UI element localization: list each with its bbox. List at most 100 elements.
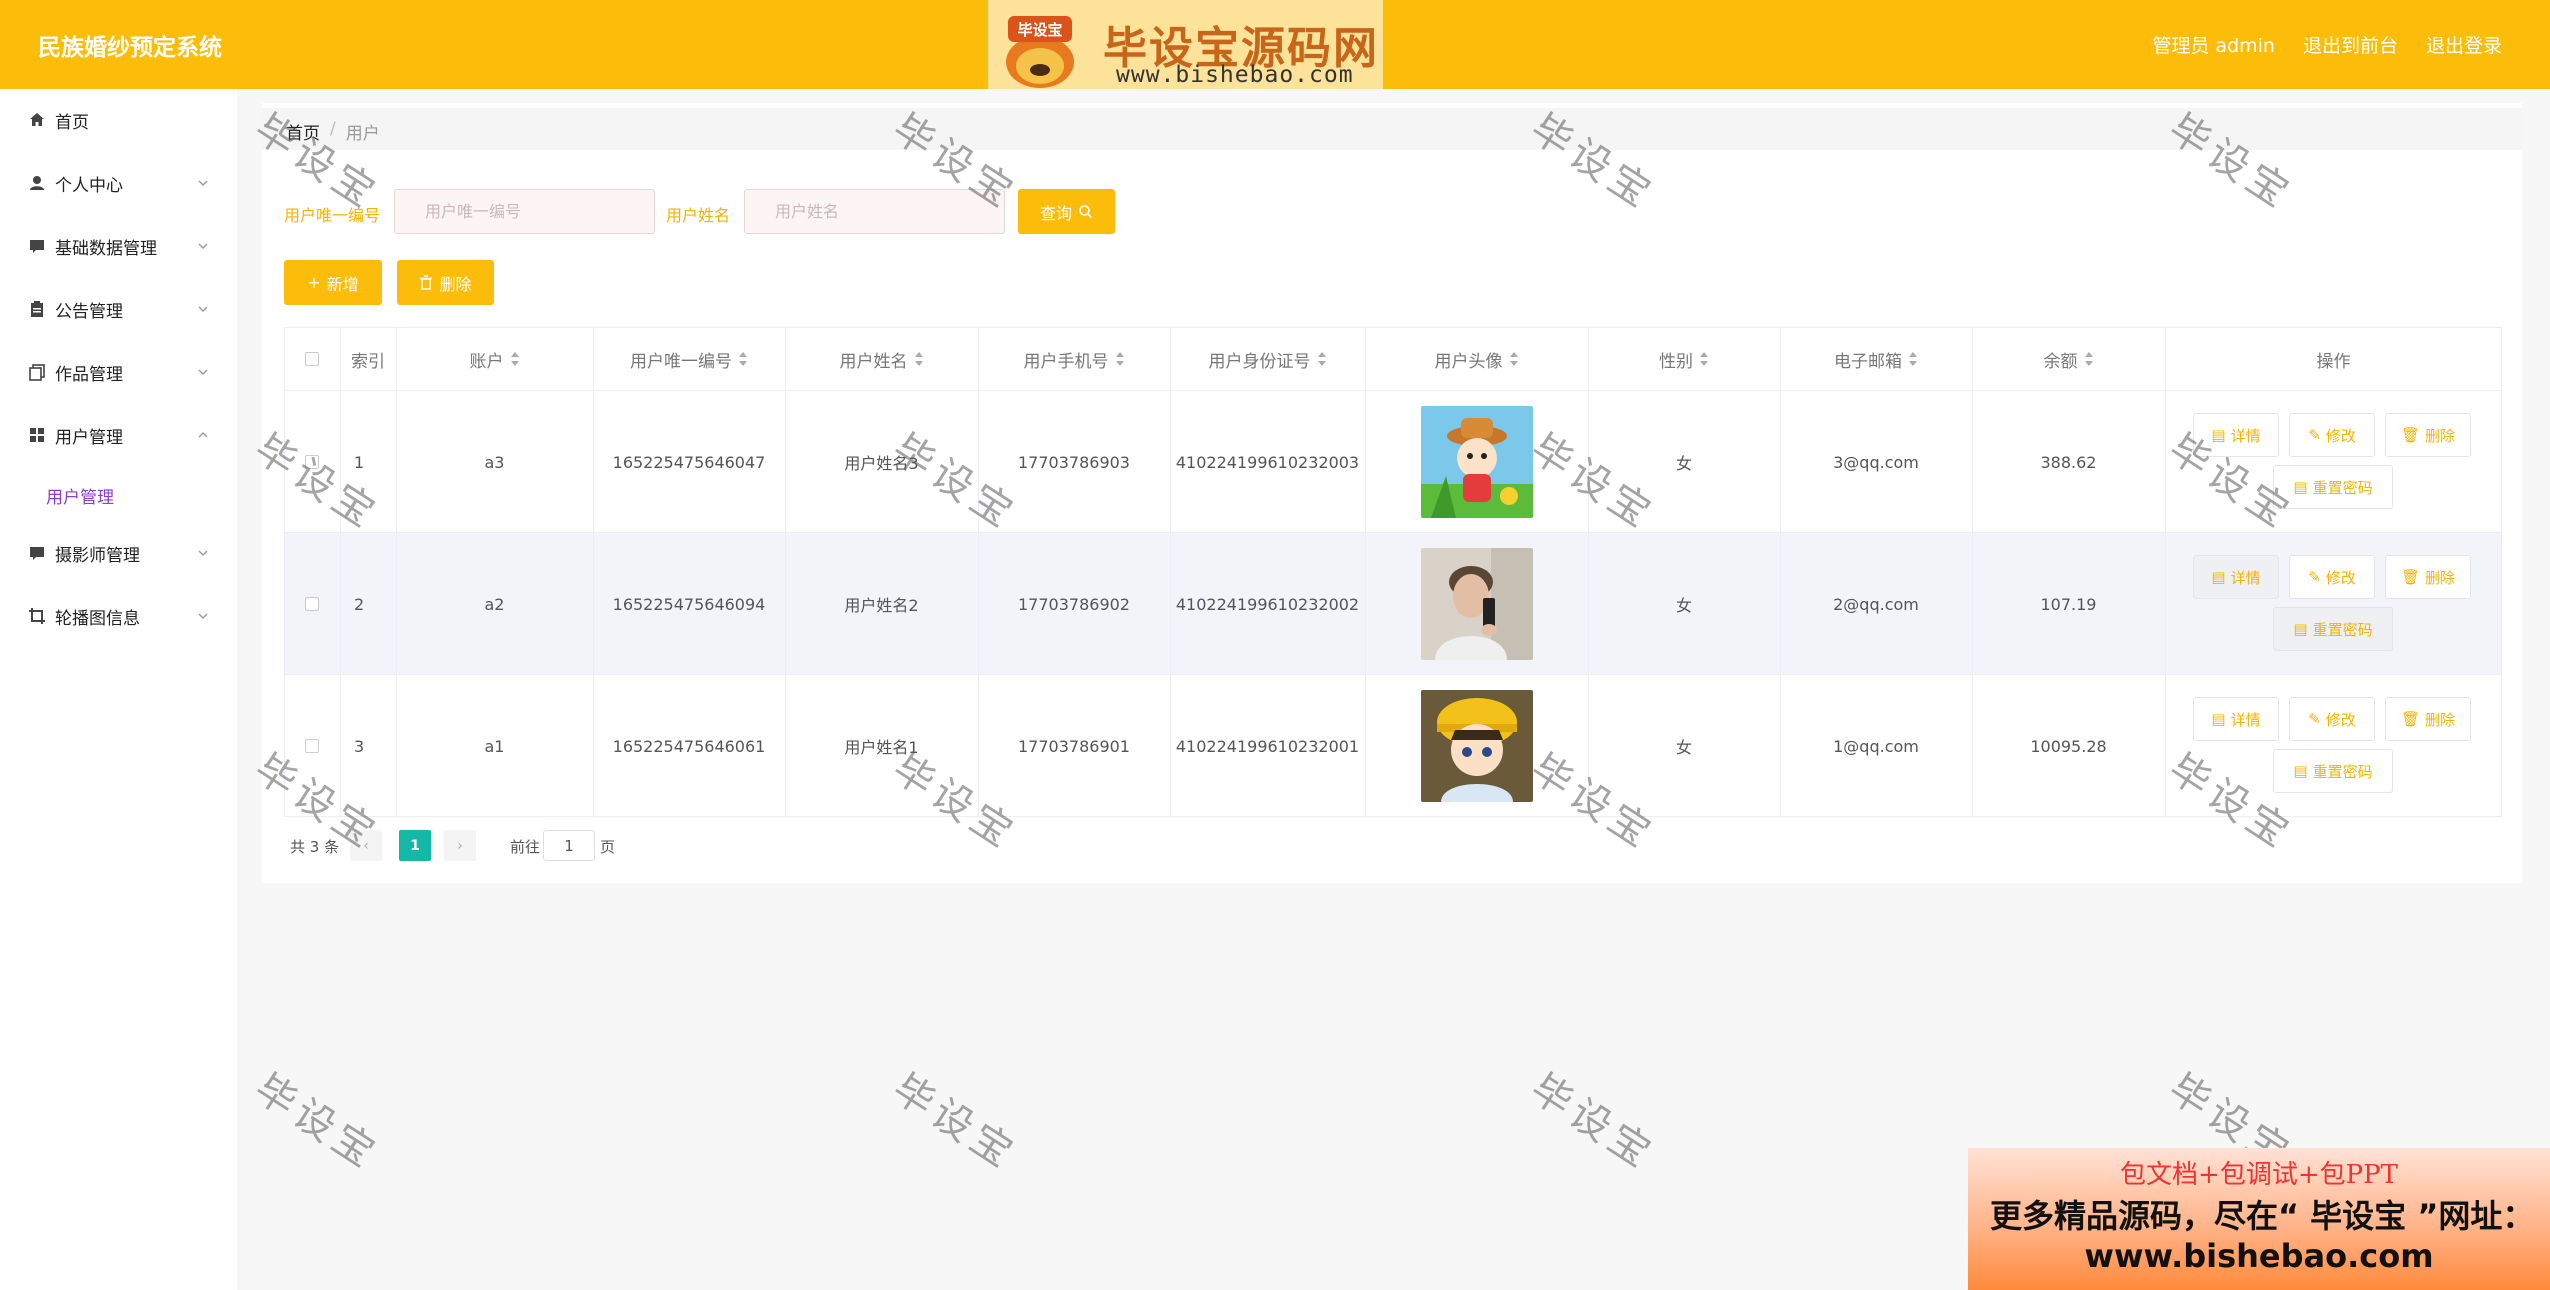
sidebar-item-notice[interactable]: 公告管理 [0,289,237,329]
header-label: 用户手机号 [1023,351,1109,372]
cell-gender: 女 [1675,596,1692,615]
sort-icon[interactable] [914,352,924,366]
chevron-right-icon: › [457,837,463,854]
promo-banner[interactable]: 包文档+包调试+包PPT 更多精品源码，尽在“ 毕设宝 ”网址： www.bis… [1968,1148,2550,1290]
exit-to-front-link[interactable]: 退出到前台 [2303,31,2398,58]
edit-button[interactable]: ✎ 修改 [2289,697,2375,741]
promo-line-2: 更多精品源码，尽在“ 毕设宝 ”网址： [1990,1197,2535,1235]
header-label: 用户姓名 [839,351,908,372]
sidebar-item-label: 首页 [55,112,89,133]
batch-delete-button[interactable]: 删除 [397,260,494,305]
detail-button[interactable]: ▤ 详情 [2193,697,2279,741]
chevron-down-icon [198,306,208,312]
cell-balance: 10095.28 [2030,736,2107,756]
logout-link[interactable]: 退出登录 [2426,31,2502,58]
edit-icon: ✎ [2308,568,2321,586]
header-avatar[interactable]: 用户头像 [1365,327,1588,391]
row-checkbox[interactable] [305,597,319,611]
mascot-logo-icon: 毕设宝 [1006,16,1074,88]
breadcrumb-current: 用户 [345,124,380,144]
cell-uid: 165225475646094 [612,594,766,614]
sidebar-item-home[interactable]: 首页 [0,100,237,140]
delete-label: 删除 [2425,568,2456,587]
sort-icon[interactable] [1699,352,1709,366]
cell-index: 1 [354,452,365,472]
header-gender[interactable]: 性别 [1588,327,1780,391]
header-name[interactable]: 用户姓名 [785,327,978,391]
page-jump-input[interactable] [543,830,595,861]
delete-label: 删除 [2425,426,2456,445]
search-id-label: 用户唯一编号 [284,206,381,225]
sidebar-item-carousel[interactable]: 轮播图信息 [0,596,237,636]
chevron-down-icon [198,369,208,375]
file-icon: ▤ [2293,620,2308,638]
row-checkbox[interactable] [305,739,319,753]
reset-label: 重置密码 [2312,478,2373,497]
sort-icon[interactable] [1908,352,1918,366]
header-actions: 管理员 admin 退出到前台 退出登录 [2152,31,2502,58]
selfie-man-avatar[interactable] [1420,548,1533,660]
edit-button[interactable]: ✎ 修改 [2289,555,2375,599]
file-icon: ▤ [2293,762,2308,780]
select-all-checkbox[interactable] [305,352,319,366]
next-page-button[interactable]: › [444,830,476,861]
detail-button[interactable]: ▤ 详情 [2193,555,2279,599]
sort-icon[interactable] [510,352,520,366]
reset-password-button[interactable]: ▤ 重置密码 [2273,607,2393,651]
header-label: 用户唯一编号 [630,351,732,372]
sidebar-item-user-management[interactable]: 用户管理 [0,415,237,455]
header-email[interactable]: 电子邮箱 [1780,327,1972,391]
reset-password-button[interactable]: ▤ 重置密码 [2273,749,2393,793]
edit-button[interactable]: ✎ 修改 [2289,413,2375,457]
header-balance[interactable]: 余额 [1972,327,2165,391]
cartoon-girl-avatar[interactable] [1420,406,1533,518]
cell-account: a1 [484,736,505,756]
cell-phone: 17703786902 [1018,594,1130,614]
detail-button[interactable]: ▤ 详情 [2193,413,2279,457]
row-checkbox[interactable] [305,455,319,469]
sort-icon[interactable] [1317,352,1327,366]
reset-label: 重置密码 [2312,620,2373,639]
cell-gender: 女 [1675,738,1692,757]
sort-icon[interactable] [1115,352,1125,366]
header-account[interactable]: 账户 [396,327,593,391]
sidebar-item-works[interactable]: 作品管理 [0,352,237,392]
sidebar-item-label: 用户管理 [55,427,123,448]
breadcrumb-home[interactable]: 首页 [286,119,320,144]
sidebar-item-photographer[interactable]: 摄影师管理 [0,533,237,573]
delete-button[interactable]: 🗑 删除 [2385,555,2471,599]
edit-label: 修改 [2325,426,2356,445]
sidebar-item-label: 个人中心 [55,175,123,196]
sort-icon[interactable] [2084,352,2094,366]
app-title: 民族婚纱预定系统 [38,35,222,61]
cell-avatar [1365,675,1588,817]
search-id-input[interactable] [394,189,655,234]
page-number-button[interactable]: 1 [399,830,431,861]
cell-email: 3@qq.com [1833,452,1919,472]
cell-uid: 165225475646061 [612,736,766,756]
sort-icon[interactable] [1509,352,1519,366]
reset-password-button[interactable]: ▤ 重置密码 [2273,465,2393,509]
cell-name: 用户姓名1 [844,738,919,757]
delete-button[interactable]: 🗑 删除 [2385,697,2471,741]
search-name-input[interactable] [744,189,1005,234]
sidebar-item-basic-data[interactable]: 基础数据管理 [0,226,237,266]
submenu-user-management[interactable]: 用户管理 [46,483,114,508]
add-button[interactable]: + 新增 [284,260,382,305]
header-uid[interactable]: 用户唯一编号 [593,327,785,391]
delete-button[interactable]: 🗑 删除 [2385,413,2471,457]
cell-balance: 388.62 [2040,452,2097,472]
header-idcard[interactable]: 用户身份证号 [1170,327,1365,391]
add-button-label: 新增 [326,274,359,294]
query-button[interactable]: 查询 [1018,189,1115,234]
anime-boy-avatar[interactable] [1420,690,1533,802]
watermark-text: 毕设宝 [246,1065,388,1180]
watermark-text: 毕设宝 [884,1065,1026,1180]
cell-name: 用户姓名3 [844,454,919,473]
brand-logo-banner: 毕设宝 毕设宝源码网 www.bishebao.com [988,0,1383,89]
sort-icon[interactable] [738,352,748,366]
prev-page-button[interactable]: ‹ [350,830,382,861]
edit-label: 修改 [2325,710,2356,729]
header-phone[interactable]: 用户手机号 [978,327,1170,391]
sidebar-item-personal-center[interactable]: 个人中心 [0,163,237,203]
